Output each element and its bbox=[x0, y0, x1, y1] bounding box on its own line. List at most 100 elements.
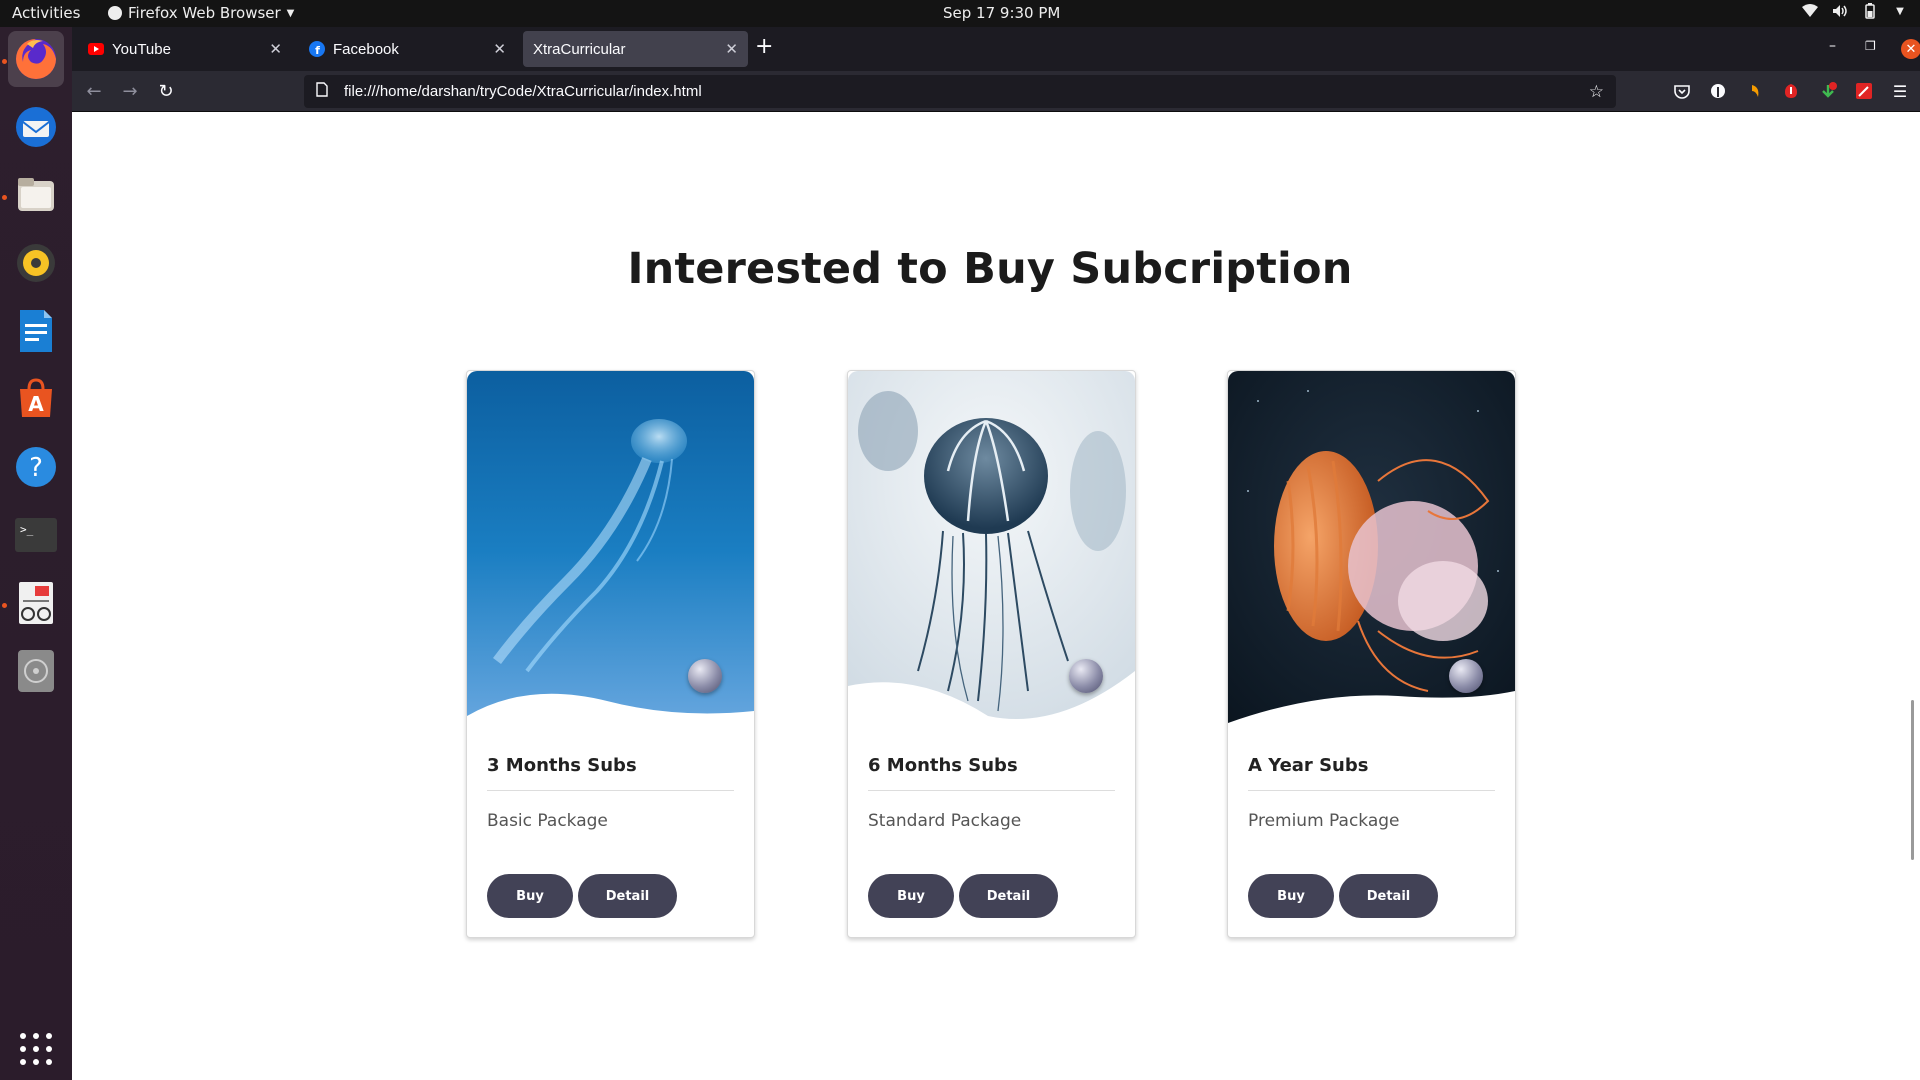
system-top-bar: Activities Firefox Web Browser ▼ Sep 17 … bbox=[0, 0, 1920, 27]
tab-facebook[interactable]: f Facebook ✕ bbox=[299, 31, 516, 67]
rhythmbox-icon bbox=[17, 244, 55, 282]
reader-icon bbox=[19, 582, 53, 624]
pocket-icon[interactable] bbox=[1672, 81, 1692, 101]
show-apps-icon bbox=[20, 1033, 52, 1065]
extension-download-icon[interactable] bbox=[1818, 81, 1838, 101]
new-tab-button[interactable]: + bbox=[755, 36, 773, 58]
extension-red-icon[interactable] bbox=[1781, 81, 1801, 101]
software-icon: A bbox=[20, 378, 52, 417]
hamburger-menu-icon[interactable]: ☰ bbox=[1890, 81, 1910, 101]
dock-files[interactable] bbox=[8, 167, 64, 223]
tab-youtube[interactable]: YouTube ✕ bbox=[78, 31, 292, 67]
card-divider bbox=[1248, 790, 1495, 791]
youtube-icon bbox=[88, 41, 104, 57]
card-title: 6 Months Subs bbox=[868, 755, 1018, 776]
card-image-pale-jellyfish bbox=[848, 371, 1135, 731]
card-title: 3 Months Subs bbox=[487, 755, 637, 776]
running-indicator bbox=[2, 59, 7, 64]
svg-text:A: A bbox=[28, 392, 44, 416]
running-indicator bbox=[2, 603, 7, 608]
tab-title: Facebook bbox=[333, 40, 399, 58]
dock: A ? >_ bbox=[0, 27, 72, 1080]
chevron-down-icon: ▼ bbox=[286, 7, 295, 19]
dock-show-apps[interactable] bbox=[8, 1021, 64, 1077]
card-divider bbox=[487, 790, 734, 791]
subscription-card: 3 Months Subs Basic Package Buy Detail bbox=[466, 370, 755, 938]
system-tray[interactable]: ▼ bbox=[1802, 3, 1908, 19]
dock-firefox[interactable] bbox=[8, 31, 64, 87]
card-subtitle: Standard Package bbox=[868, 811, 1022, 831]
minimize-button[interactable]: – bbox=[1829, 38, 1836, 54]
help-icon: ? bbox=[16, 447, 56, 487]
thunderbird-icon bbox=[16, 107, 56, 147]
disc-icon bbox=[18, 650, 54, 692]
facebook-icon: f bbox=[309, 41, 325, 57]
activities-button[interactable]: Activities bbox=[12, 4, 80, 22]
buy-button[interactable]: Buy bbox=[487, 874, 573, 918]
dock-reader[interactable] bbox=[8, 575, 64, 631]
card-orb bbox=[1069, 659, 1103, 693]
terminal-icon: >_ bbox=[15, 518, 57, 552]
extension-flame-icon[interactable] bbox=[1745, 81, 1765, 101]
window-close-button[interactable]: ✕ bbox=[1901, 39, 1920, 59]
detail-button[interactable]: Detail bbox=[959, 874, 1058, 918]
writer-icon bbox=[20, 310, 52, 352]
tab-title: XtraCurricular bbox=[533, 40, 626, 58]
system-menu-chevron-icon[interactable]: ▼ bbox=[1892, 3, 1908, 19]
close-tab-icon[interactable]: ✕ bbox=[493, 40, 506, 58]
app-menu-label: Firefox Web Browser bbox=[128, 4, 281, 22]
dock-rhythmbox[interactable] bbox=[8, 235, 64, 291]
dock-help[interactable]: ? bbox=[8, 439, 64, 495]
card-divider bbox=[868, 790, 1115, 791]
volume-icon[interactable] bbox=[1832, 3, 1848, 19]
forward-arrow-icon[interactable]: → bbox=[118, 79, 142, 103]
svg-text:?: ? bbox=[29, 453, 43, 483]
dock-disc[interactable] bbox=[8, 643, 64, 699]
tab-title: YouTube bbox=[112, 40, 171, 58]
wifi-icon[interactable] bbox=[1802, 3, 1818, 19]
reload-icon[interactable]: ↻ bbox=[154, 79, 178, 103]
page-icon bbox=[316, 82, 332, 101]
buy-button[interactable]: Buy bbox=[1248, 874, 1334, 918]
close-tab-icon[interactable]: ✕ bbox=[725, 40, 738, 58]
firefox-icon bbox=[16, 39, 56, 79]
card-title: A Year Subs bbox=[1248, 755, 1369, 776]
card-orb bbox=[1449, 659, 1483, 693]
detail-button[interactable]: Detail bbox=[578, 874, 677, 918]
card-subtitle: Basic Package bbox=[487, 811, 608, 831]
dock-terminal[interactable]: >_ bbox=[8, 507, 64, 563]
firefox-small-icon bbox=[108, 6, 122, 20]
page-heading: Interested to Buy Subcription bbox=[627, 244, 1353, 294]
subscription-card: 6 Months Subs Standard Package Buy Detai… bbox=[847, 370, 1136, 938]
restore-button[interactable]: ❐ bbox=[1865, 39, 1876, 53]
svg-text:>_: >_ bbox=[20, 523, 34, 536]
back-arrow-icon[interactable]: ← bbox=[82, 79, 106, 103]
url-text[interactable]: file:///home/darshan/tryCode/XtraCurricu… bbox=[344, 83, 1589, 100]
app-menu[interactable]: Firefox Web Browser ▼ bbox=[108, 4, 294, 22]
url-bar[interactable]: file:///home/darshan/tryCode/XtraCurricu… bbox=[304, 75, 1616, 108]
card-subtitle: Premium Package bbox=[1248, 811, 1400, 831]
web-page: Interested to Buy Subcription 3 Months S… bbox=[72, 112, 1920, 1080]
card-image-blue-jellyfish bbox=[467, 371, 754, 731]
bookmark-star-icon[interactable]: ☆ bbox=[1589, 82, 1604, 102]
svg-text:f: f bbox=[315, 44, 320, 57]
buy-button[interactable]: Buy bbox=[868, 874, 954, 918]
tab-xtracurricular[interactable]: XtraCurricular ✕ bbox=[523, 31, 748, 67]
subscription-card: A Year Subs Premium Package Buy Detail bbox=[1227, 370, 1516, 938]
extension-shield-icon[interactable] bbox=[1708, 81, 1728, 101]
clock[interactable]: Sep 17 9:30 PM bbox=[943, 4, 1060, 22]
vertical-scrollbar[interactable] bbox=[1911, 700, 1914, 860]
detail-button[interactable]: Detail bbox=[1339, 874, 1438, 918]
battery-icon[interactable] bbox=[1862, 3, 1878, 19]
tab-strip: YouTube ✕ f Facebook ✕ XtraCurricular ✕ … bbox=[72, 27, 1920, 71]
files-icon bbox=[18, 178, 54, 211]
card-orb bbox=[688, 659, 722, 693]
navigation-toolbar: ← → ↻ file:///home/darshan/tryCode/XtraC… bbox=[72, 71, 1920, 112]
dock-thunderbird[interactable] bbox=[8, 99, 64, 155]
dock-software[interactable]: A bbox=[8, 371, 64, 427]
extension-pen-icon[interactable] bbox=[1854, 81, 1874, 101]
dock-writer[interactable] bbox=[8, 303, 64, 359]
card-image-orange-jellyfish bbox=[1228, 371, 1515, 731]
running-indicator bbox=[2, 195, 7, 200]
close-tab-icon[interactable]: ✕ bbox=[269, 40, 282, 58]
